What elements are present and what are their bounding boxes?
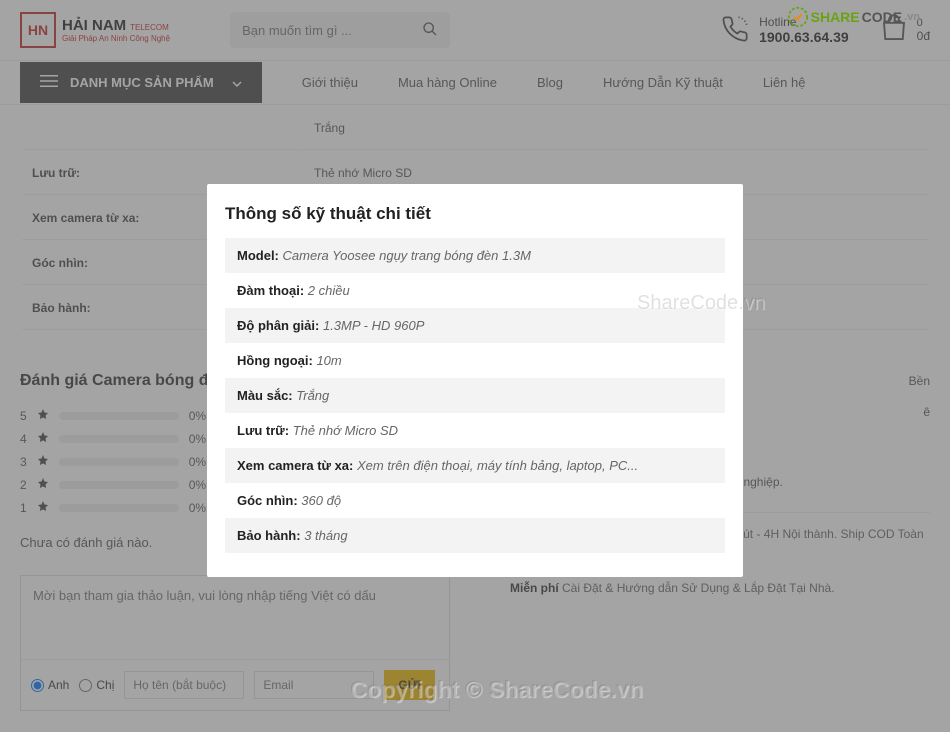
spec-row: Độ phân giải: 1.3MP - HD 960P bbox=[225, 308, 725, 343]
spec-row: Xem camera từ xa: Xem trên điện thoại, m… bbox=[225, 448, 725, 483]
spec-row: Bảo hành: 3 tháng bbox=[225, 518, 725, 553]
spec-row: Model: Camera Yoosee ngụy trang bóng đèn… bbox=[225, 238, 725, 273]
modal-title: Thông số kỹ thuật chi tiết bbox=[225, 204, 725, 224]
spec-row: Màu sắc: Trắng bbox=[225, 378, 725, 413]
spec-row: Đàm thoại: 2 chiều bbox=[225, 273, 725, 308]
specs-modal: Thông số kỹ thuật chi tiết Model: Camera… bbox=[207, 184, 743, 577]
spec-row: Góc nhìn: 360 độ bbox=[225, 483, 725, 518]
modal-overlay[interactable]: Thông số kỹ thuật chi tiết Model: Camera… bbox=[0, 0, 950, 732]
spec-row: Hồng ngoại: 10m bbox=[225, 343, 725, 378]
spec-row: Lưu trữ: Thẻ nhớ Micro SD bbox=[225, 413, 725, 448]
